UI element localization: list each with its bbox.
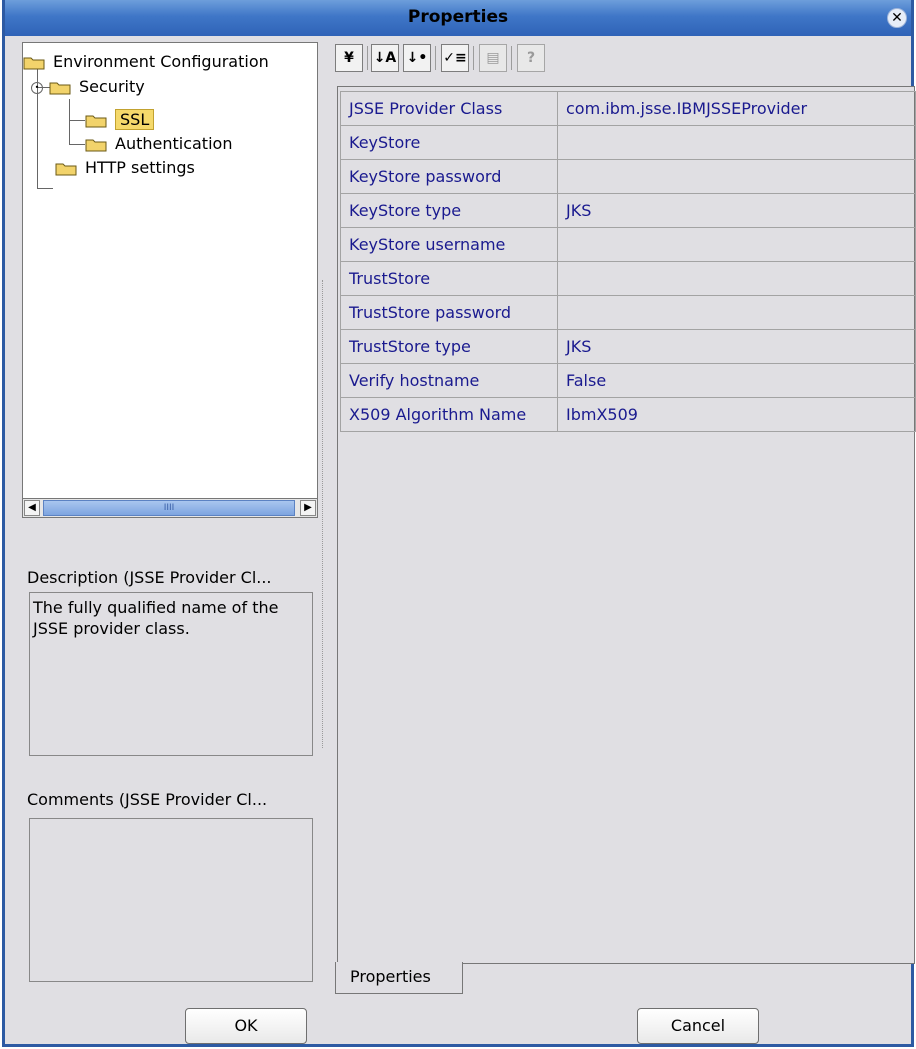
tree-item-security[interactable]: • Security bbox=[31, 76, 145, 98]
property-row[interactable]: JSSE Provider Class com.ibm.jsse.IBMJSSEP… bbox=[340, 91, 916, 126]
property-value[interactable]: JKS bbox=[557, 329, 916, 364]
ok-button[interactable]: OK bbox=[185, 1008, 307, 1044]
property-row[interactable]: TrustStore type JKS bbox=[340, 329, 916, 364]
description-label: Description (JSSE Provider Cl... bbox=[27, 568, 272, 587]
property-value[interactable]: IbmX509 bbox=[557, 397, 916, 432]
property-value[interactable] bbox=[557, 261, 916, 296]
filter-button[interactable]: ✓≡ bbox=[441, 44, 469, 72]
property-name: TrustStore password bbox=[340, 295, 558, 330]
tree-horizontal-scrollbar[interactable]: ◀ IIII ▶ bbox=[22, 498, 318, 518]
scroll-thumb[interactable]: IIII bbox=[43, 500, 295, 516]
property-table: JSSE Provider Class com.ibm.jsse.IBMJSSEP… bbox=[340, 91, 916, 432]
categorized-button[interactable]: ¥ bbox=[335, 44, 363, 72]
property-row[interactable]: KeyStore username bbox=[340, 227, 916, 262]
property-row[interactable]: TrustStore password bbox=[340, 295, 916, 330]
toolbar-separator bbox=[367, 46, 368, 70]
property-row[interactable]: KeyStore bbox=[340, 125, 916, 160]
folder-icon bbox=[85, 115, 107, 127]
sort-icon: ↓• bbox=[406, 50, 428, 66]
arrow-right-icon: ▶ bbox=[304, 502, 312, 513]
property-name: JSSE Provider Class bbox=[340, 91, 558, 126]
help-icon: ? bbox=[526, 50, 536, 66]
property-name: KeyStore password bbox=[340, 159, 558, 194]
expander-icon[interactable]: • bbox=[31, 81, 43, 94]
property-row[interactable]: Verify hostname False bbox=[340, 363, 916, 398]
folder-icon bbox=[85, 139, 107, 151]
property-value[interactable]: com.ibm.jsse.IBMJSSEProvider bbox=[557, 91, 916, 126]
sort-az-icon: ↓A bbox=[373, 50, 397, 66]
property-value[interactable]: JKS bbox=[557, 193, 916, 228]
config-tree[interactable]: Environment Configuration • Security SSL … bbox=[22, 42, 318, 518]
tree-item-ssl[interactable]: SSL bbox=[85, 109, 155, 131]
close-button[interactable]: ✕ bbox=[887, 8, 907, 28]
property-row[interactable]: TrustStore bbox=[340, 261, 916, 296]
property-name: TrustStore type bbox=[340, 329, 558, 364]
tree-item-authentication[interactable]: Authentication bbox=[85, 133, 232, 155]
property-row[interactable]: X509 Algorithm Name IbmX509 bbox=[340, 397, 916, 432]
property-name: TrustStore bbox=[340, 261, 558, 296]
help-button[interactable]: ? bbox=[517, 44, 545, 72]
tree-item-label: HTTP settings bbox=[85, 158, 195, 177]
property-value[interactable] bbox=[557, 227, 916, 262]
tree-connector bbox=[69, 120, 85, 121]
categorized-icon: ¥ bbox=[344, 50, 354, 66]
toolbar-separator bbox=[473, 46, 474, 70]
folder-icon bbox=[23, 57, 45, 69]
window-title: Properties bbox=[407, 7, 509, 27]
tree-item-label: Security bbox=[79, 77, 145, 96]
sort-type-button[interactable]: ↓• bbox=[403, 44, 431, 72]
property-row[interactable]: KeyStore password bbox=[340, 159, 916, 194]
property-value[interactable]: False bbox=[557, 363, 916, 398]
description-text: The fully qualified name of the JSSE pro… bbox=[29, 592, 313, 756]
description-toggle-button[interactable]: ▤ bbox=[479, 44, 507, 72]
property-name: KeyStore bbox=[340, 125, 558, 160]
arrow-left-icon: ◀ bbox=[28, 502, 36, 513]
property-row[interactable]: KeyStore type JKS bbox=[340, 193, 916, 228]
scroll-left-button[interactable]: ◀ bbox=[24, 500, 40, 516]
tab-label: Properties bbox=[350, 967, 431, 986]
toolbar-separator bbox=[435, 46, 436, 70]
property-name: Verify hostname bbox=[340, 363, 558, 398]
tab-properties[interactable]: Properties bbox=[335, 962, 463, 994]
property-sheet: JSSE Provider Class com.ibm.jsse.IBMJSSEP… bbox=[337, 86, 916, 964]
property-value[interactable] bbox=[557, 125, 916, 160]
comments-label: Comments (JSSE Provider Cl... bbox=[27, 790, 268, 809]
sort-alphabetical-button[interactable]: ↓A bbox=[371, 44, 399, 72]
property-value[interactable] bbox=[557, 159, 916, 194]
panel-icon: ▤ bbox=[486, 50, 500, 66]
tree-item-label: Environment Configuration bbox=[53, 52, 269, 71]
tree-connector bbox=[69, 144, 85, 145]
comments-field[interactable] bbox=[29, 818, 313, 982]
property-name: X509 Algorithm Name bbox=[340, 397, 558, 432]
close-icon: ✕ bbox=[891, 10, 903, 26]
tree-item-http-settings[interactable]: HTTP settings bbox=[55, 157, 195, 179]
tree-item-label: SSL bbox=[115, 109, 155, 130]
folder-icon bbox=[49, 82, 71, 94]
property-name: KeyStore username bbox=[340, 227, 558, 262]
property-name: KeyStore type bbox=[340, 193, 558, 228]
checklist-icon: ✓≡ bbox=[443, 50, 467, 66]
tree-connector bbox=[37, 188, 53, 189]
property-value[interactable] bbox=[557, 295, 916, 330]
tree-item-label: Authentication bbox=[115, 134, 233, 153]
properties-window: Properties ✕ Environment Configuration •… bbox=[2, 0, 916, 1047]
folder-icon bbox=[55, 163, 77, 175]
toolbar-separator bbox=[511, 46, 512, 70]
cancel-button[interactable]: Cancel bbox=[637, 1008, 759, 1044]
splitter-handle[interactable] bbox=[322, 280, 326, 748]
scroll-right-button[interactable]: ▶ bbox=[300, 500, 316, 516]
title-bar[interactable]: Properties ✕ bbox=[5, 0, 911, 36]
tree-item-environment-configuration[interactable]: Environment Configuration bbox=[23, 51, 269, 73]
tree-connector bbox=[69, 99, 70, 145]
